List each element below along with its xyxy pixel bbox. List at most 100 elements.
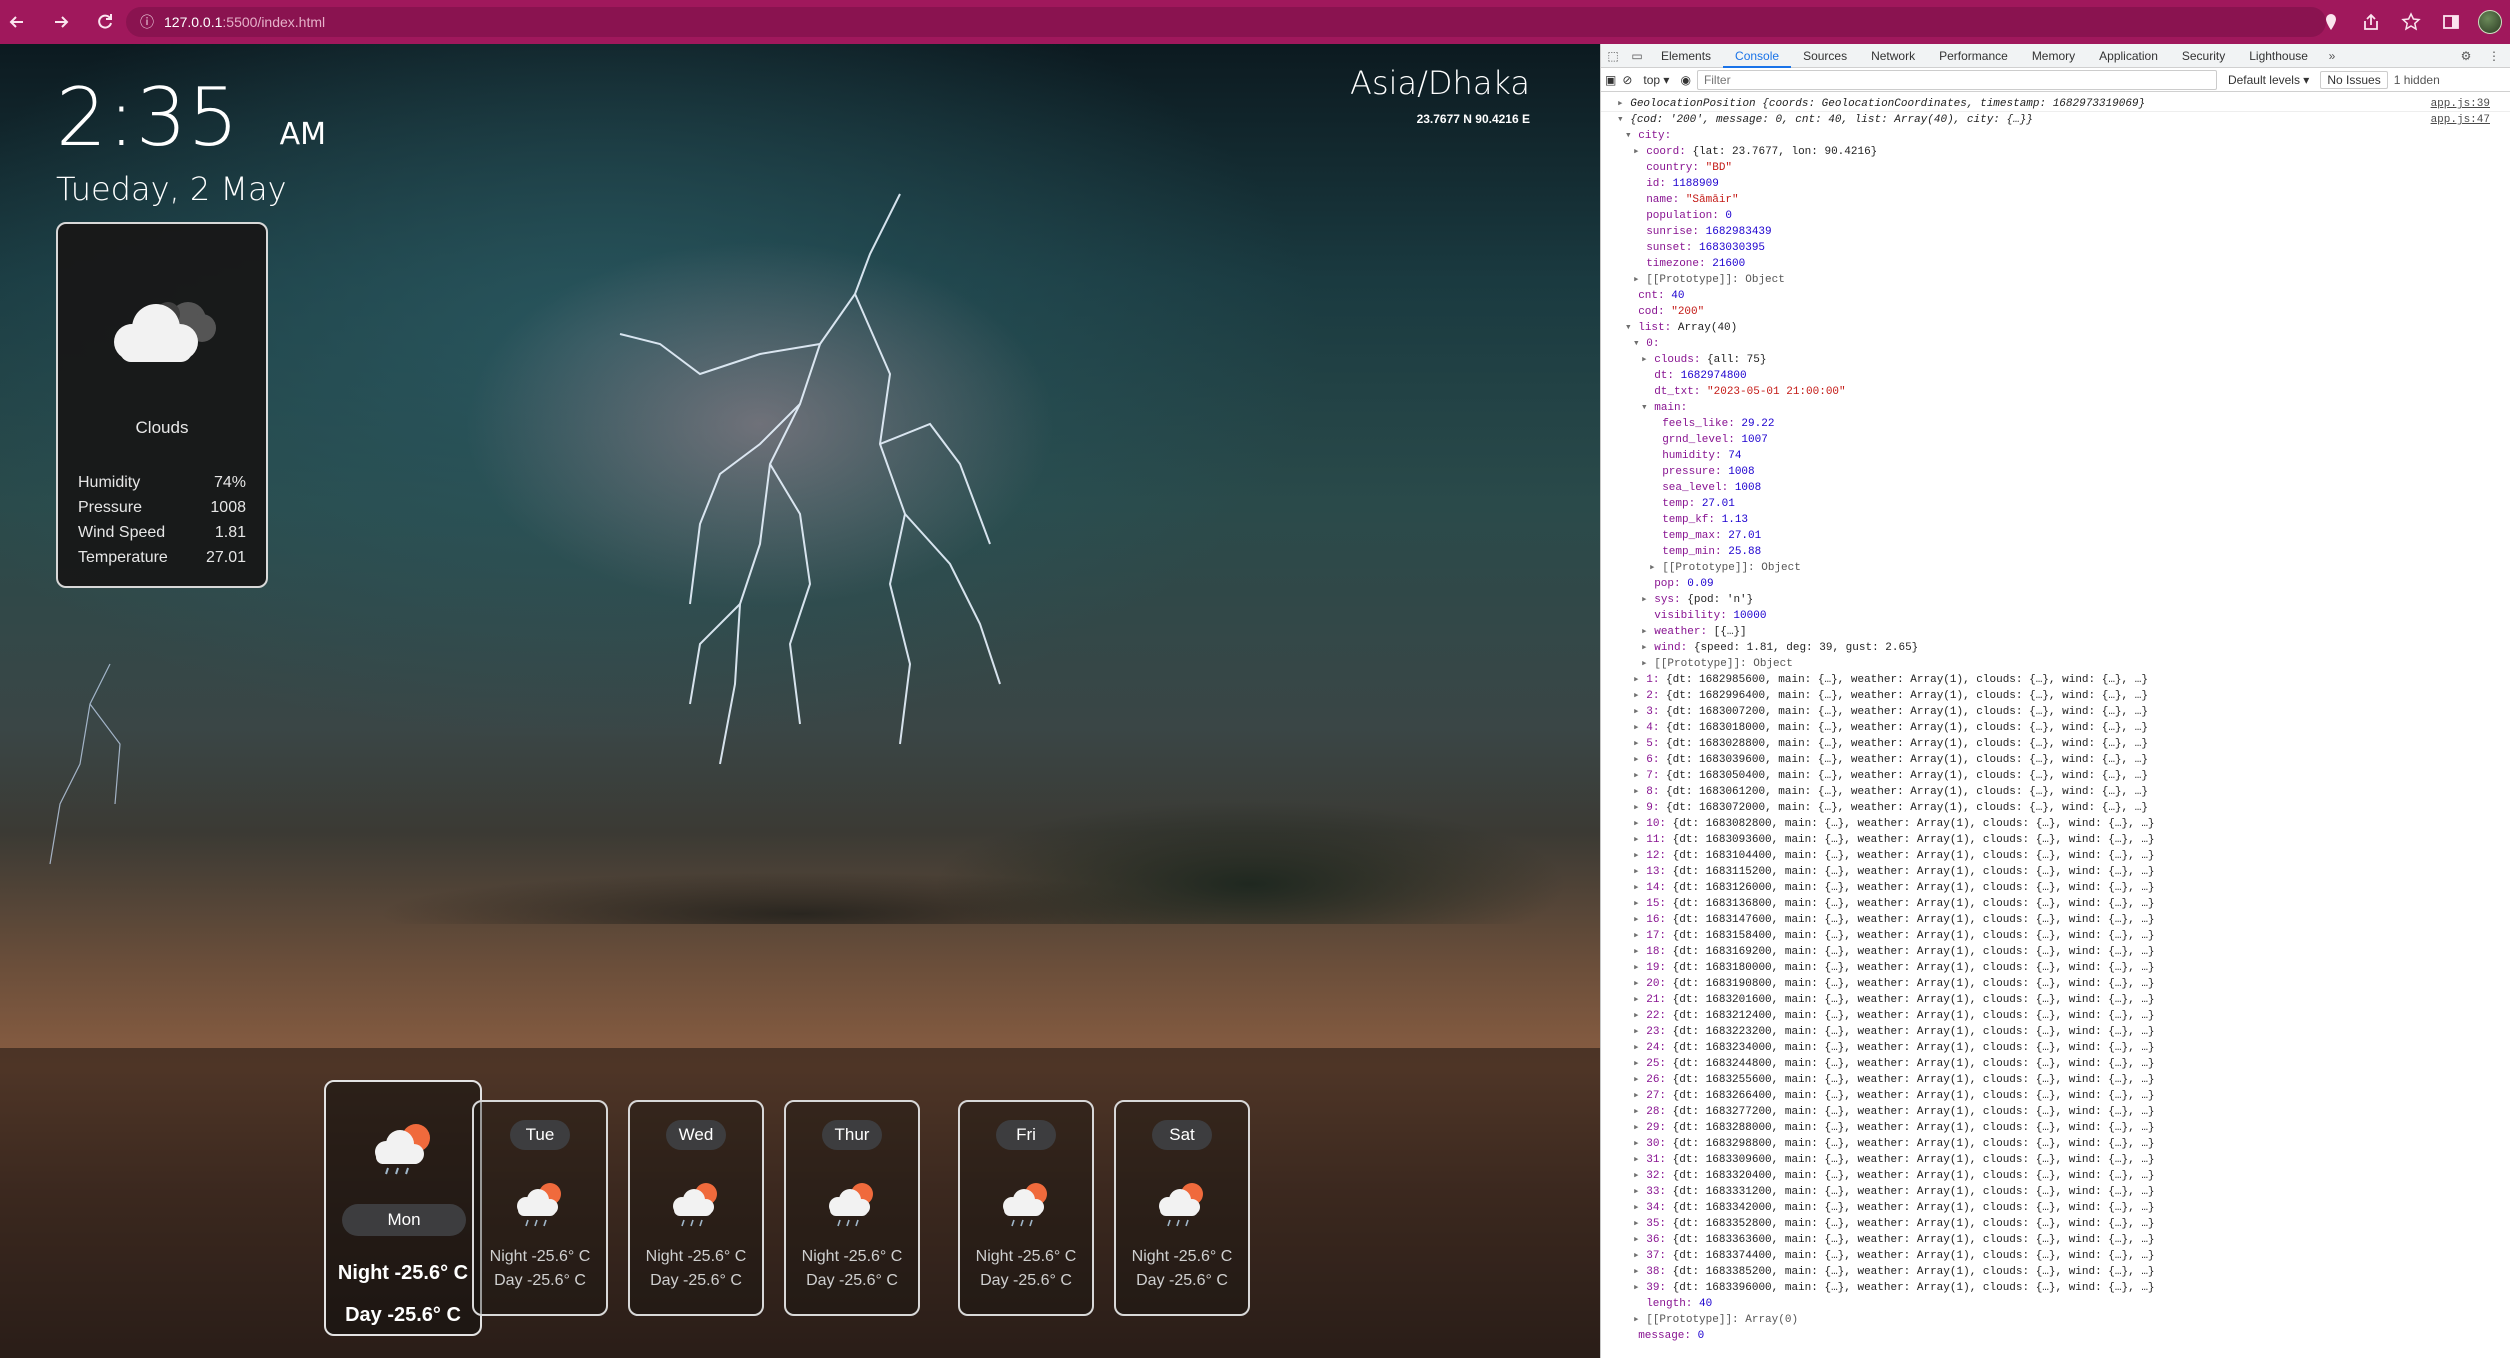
console-line[interactable]: ▸ 1: {dt: 1682985600, main: {…}, weather…: [1601, 672, 2510, 688]
tab-sources[interactable]: Sources: [1791, 44, 1859, 68]
site-info-icon[interactable]: ⓘ: [140, 12, 154, 32]
console-line[interactable]: ▾ city:: [1601, 128, 2510, 144]
console-line[interactable]: ▸ coord: {lat: 23.7677, lon: 90.4216}: [1601, 144, 2510, 160]
back-arrow-icon[interactable]: [4, 9, 30, 35]
console-line[interactable]: ▸ GeolocationPosition {coords: Geolocati…: [1601, 96, 2510, 112]
console-line[interactable]: ▸ 10: {dt: 1683082800, main: {…}, weathe…: [1601, 816, 2510, 832]
property-key: sunset:: [1646, 242, 1700, 254]
console-line[interactable]: ▸ 5: {dt: 1683028800, main: {…}, weather…: [1601, 736, 2510, 752]
console-line[interactable]: ▸ 19: {dt: 1683180000, main: {…}, weathe…: [1601, 960, 2510, 976]
console-line[interactable]: ▾ 0:: [1601, 336, 2510, 352]
forward-arrow-icon[interactable]: [48, 9, 74, 35]
clear-console-icon[interactable]: ⊘: [1622, 73, 1632, 87]
location-pin-icon[interactable]: [2318, 9, 2344, 35]
tab-elements[interactable]: Elements: [1649, 44, 1723, 68]
console-line[interactable]: ▸ 13: {dt: 1683115200, main: {…}, weathe…: [1601, 864, 2510, 880]
console-line[interactable]: ▸ [[Prototype]]: Array(0): [1601, 1312, 2510, 1328]
console-line[interactable]: ▸ 28: {dt: 1683277200, main: {…}, weathe…: [1601, 1104, 2510, 1120]
number-value: 40: [1671, 290, 1685, 302]
console-filter-input[interactable]: [1696, 69, 2217, 90]
console-line[interactable]: ▸ sys: {pod: 'n'}: [1601, 592, 2510, 608]
console-line[interactable]: ▸ [[Prototype]]: Object: [1601, 656, 2510, 672]
console-line[interactable]: ▸ 31: {dt: 1683309600, main: {…}, weathe…: [1601, 1152, 2510, 1168]
property-key: 23:: [1646, 1026, 1673, 1038]
console-line[interactable]: ▸ 29: {dt: 1683288000, main: {…}, weathe…: [1601, 1120, 2510, 1136]
tab-console[interactable]: Console: [1723, 44, 1792, 68]
console-line[interactable]: ▸ 33: {dt: 1683331200, main: {…}, weathe…: [1601, 1184, 2510, 1200]
console-line[interactable]: ▸ 27: {dt: 1683266400, main: {…}, weathe…: [1601, 1088, 2510, 1104]
console-line[interactable]: ▸ 14: {dt: 1683126000, main: {…}, weathe…: [1601, 880, 2510, 896]
console-line[interactable]: ▸ clouds: {all: 75}: [1601, 352, 2510, 368]
address-bar[interactable]: ⓘ 127.0.0.1:5500/index.html: [126, 7, 2326, 37]
tab-application[interactable]: Application: [2087, 44, 2170, 68]
console-line[interactable]: ▾ main:: [1601, 400, 2510, 416]
console-line[interactable]: ▾ list: Array(40): [1601, 320, 2510, 336]
expand-arrow-icon: ▸: [1633, 754, 1647, 766]
hidden-count: 1 hidden: [2393, 72, 2440, 87]
bookmark-star-icon[interactable]: [2398, 9, 2424, 35]
side-panel-icon[interactable]: [2438, 9, 2464, 35]
share-icon[interactable]: [2358, 9, 2384, 35]
property-value: {dt: 1683072000, main: {…}, weather: Arr…: [1666, 802, 2148, 814]
prototype-label: [[Prototype]]: Array(0): [1646, 1314, 1799, 1326]
console-line[interactable]: ▸ 11: {dt: 1683093600, main: {…}, weathe…: [1601, 832, 2510, 848]
tab-lighthouse[interactable]: Lighthouse: [2237, 44, 2320, 68]
console-line[interactable]: ▸ 9: {dt: 1683072000, main: {…}, weather…: [1601, 800, 2510, 816]
console-line[interactable]: ▸ 38: {dt: 1683385200, main: {…}, weathe…: [1601, 1264, 2510, 1280]
console-line[interactable]: ▸ 8: {dt: 1683061200, main: {…}, weather…: [1601, 784, 2510, 800]
console-line[interactable]: ▸ 17: {dt: 1683158400, main: {…}, weathe…: [1601, 928, 2510, 944]
console-line[interactable]: ▸ 30: {dt: 1683298800, main: {…}, weathe…: [1601, 1136, 2510, 1152]
console-line[interactable]: ▸ wind: {speed: 1.81, deg: 39, gust: 2.6…: [1601, 640, 2510, 656]
console-line[interactable]: ▸ 6: {dt: 1683039600, main: {…}, weather…: [1601, 752, 2510, 768]
tab-performance[interactable]: Performance: [1927, 44, 2020, 68]
reload-icon[interactable]: [92, 9, 118, 35]
tab-memory[interactable]: Memory: [2020, 44, 2087, 68]
console-line[interactable]: ▸ 7: {dt: 1683050400, main: {…}, weather…: [1601, 768, 2510, 784]
console-line[interactable]: ▾ {cod: '200', message: 0, cnt: 40, list…: [1601, 112, 2510, 128]
tab-security[interactable]: Security: [2170, 44, 2237, 68]
property-value: GeolocationPosition {coords: Geolocation…: [1630, 98, 2146, 110]
sidebar-toggle-icon[interactable]: ▣: [1605, 73, 1616, 87]
source-link[interactable]: app.js:39: [2431, 96, 2490, 111]
profile-avatar[interactable]: [2478, 10, 2502, 34]
console-line[interactable]: ▸ 24: {dt: 1683234000, main: {…}, weathe…: [1601, 1040, 2510, 1056]
console-line[interactable]: ▸ 35: {dt: 1683352800, main: {…}, weathe…: [1601, 1216, 2510, 1232]
issues-button[interactable]: No Issues: [2320, 70, 2388, 89]
console-line[interactable]: ▸ 22: {dt: 1683212400, main: {…}, weathe…: [1601, 1008, 2510, 1024]
forecast-card: Thur Night -25.6° C Day -25.6° C: [784, 1100, 920, 1316]
console-line[interactable]: ▸ 26: {dt: 1683255600, main: {…}, weathe…: [1601, 1072, 2510, 1088]
console-line[interactable]: ▸ 23: {dt: 1683223200, main: {…}, weathe…: [1601, 1024, 2510, 1040]
context-selector[interactable]: top ▾: [1638, 71, 1674, 89]
gear-icon[interactable]: ⚙: [2454, 44, 2478, 68]
console-line[interactable]: ▸ 16: {dt: 1683147600, main: {…}, weathe…: [1601, 912, 2510, 928]
console-line[interactable]: ▸ 20: {dt: 1683190800, main: {…}, weathe…: [1601, 976, 2510, 992]
console-line[interactable]: ▸ [[Prototype]]: Object: [1601, 560, 2510, 576]
treeline: [0, 724, 1600, 924]
source-link[interactable]: app.js:47: [2431, 112, 2490, 128]
property-key: pop:: [1654, 578, 1688, 590]
console-line[interactable]: ▸ 37: {dt: 1683374400, main: {…}, weathe…: [1601, 1248, 2510, 1264]
property-value: {dt: 1683007200, main: {…}, weather: Arr…: [1666, 706, 2148, 718]
console-line[interactable]: ▸ 32: {dt: 1683320400, main: {…}, weathe…: [1601, 1168, 2510, 1184]
inspect-element-icon[interactable]: ⬚: [1601, 44, 1625, 68]
tab-network[interactable]: Network: [1859, 44, 1927, 68]
console-line[interactable]: ▸ 3: {dt: 1683007200, main: {…}, weather…: [1601, 704, 2510, 720]
console-line[interactable]: ▸ 25: {dt: 1683244800, main: {…}, weathe…: [1601, 1056, 2510, 1072]
kebab-menu-icon[interactable]: ⋮: [2482, 44, 2506, 68]
console-line[interactable]: ▸ 34: {dt: 1683342000, main: {…}, weathe…: [1601, 1200, 2510, 1216]
console-line[interactable]: ▸ 36: {dt: 1683363600, main: {…}, weathe…: [1601, 1232, 2510, 1248]
console-line[interactable]: ▸ [[Prototype]]: Object: [1601, 272, 2510, 288]
property-key: 35:: [1646, 1218, 1673, 1230]
log-levels-dropdown[interactable]: Default levels ▾: [2223, 71, 2314, 89]
eye-icon[interactable]: ◉: [1680, 73, 1690, 87]
device-toolbar-icon[interactable]: ▭: [1625, 44, 1649, 68]
console-line[interactable]: ▸ 15: {dt: 1683136800, main: {…}, weathe…: [1601, 896, 2510, 912]
console-line[interactable]: ▸ 2: {dt: 1682996400, main: {…}, weather…: [1601, 688, 2510, 704]
console-line[interactable]: ▸ weather: [{…}]: [1601, 624, 2510, 640]
console-line[interactable]: ▸ 18: {dt: 1683169200, main: {…}, weathe…: [1601, 944, 2510, 960]
console-line[interactable]: ▸ 4: {dt: 1683018000, main: {…}, weather…: [1601, 720, 2510, 736]
console-line[interactable]: ▸ 12: {dt: 1683104400, main: {…}, weathe…: [1601, 848, 2510, 864]
console-line[interactable]: ▸ 21: {dt: 1683201600, main: {…}, weathe…: [1601, 992, 2510, 1008]
more-tabs-icon[interactable]: »: [2320, 44, 2344, 68]
console-line[interactable]: ▸ 39: {dt: 1683396000, main: {…}, weathe…: [1601, 1280, 2510, 1296]
